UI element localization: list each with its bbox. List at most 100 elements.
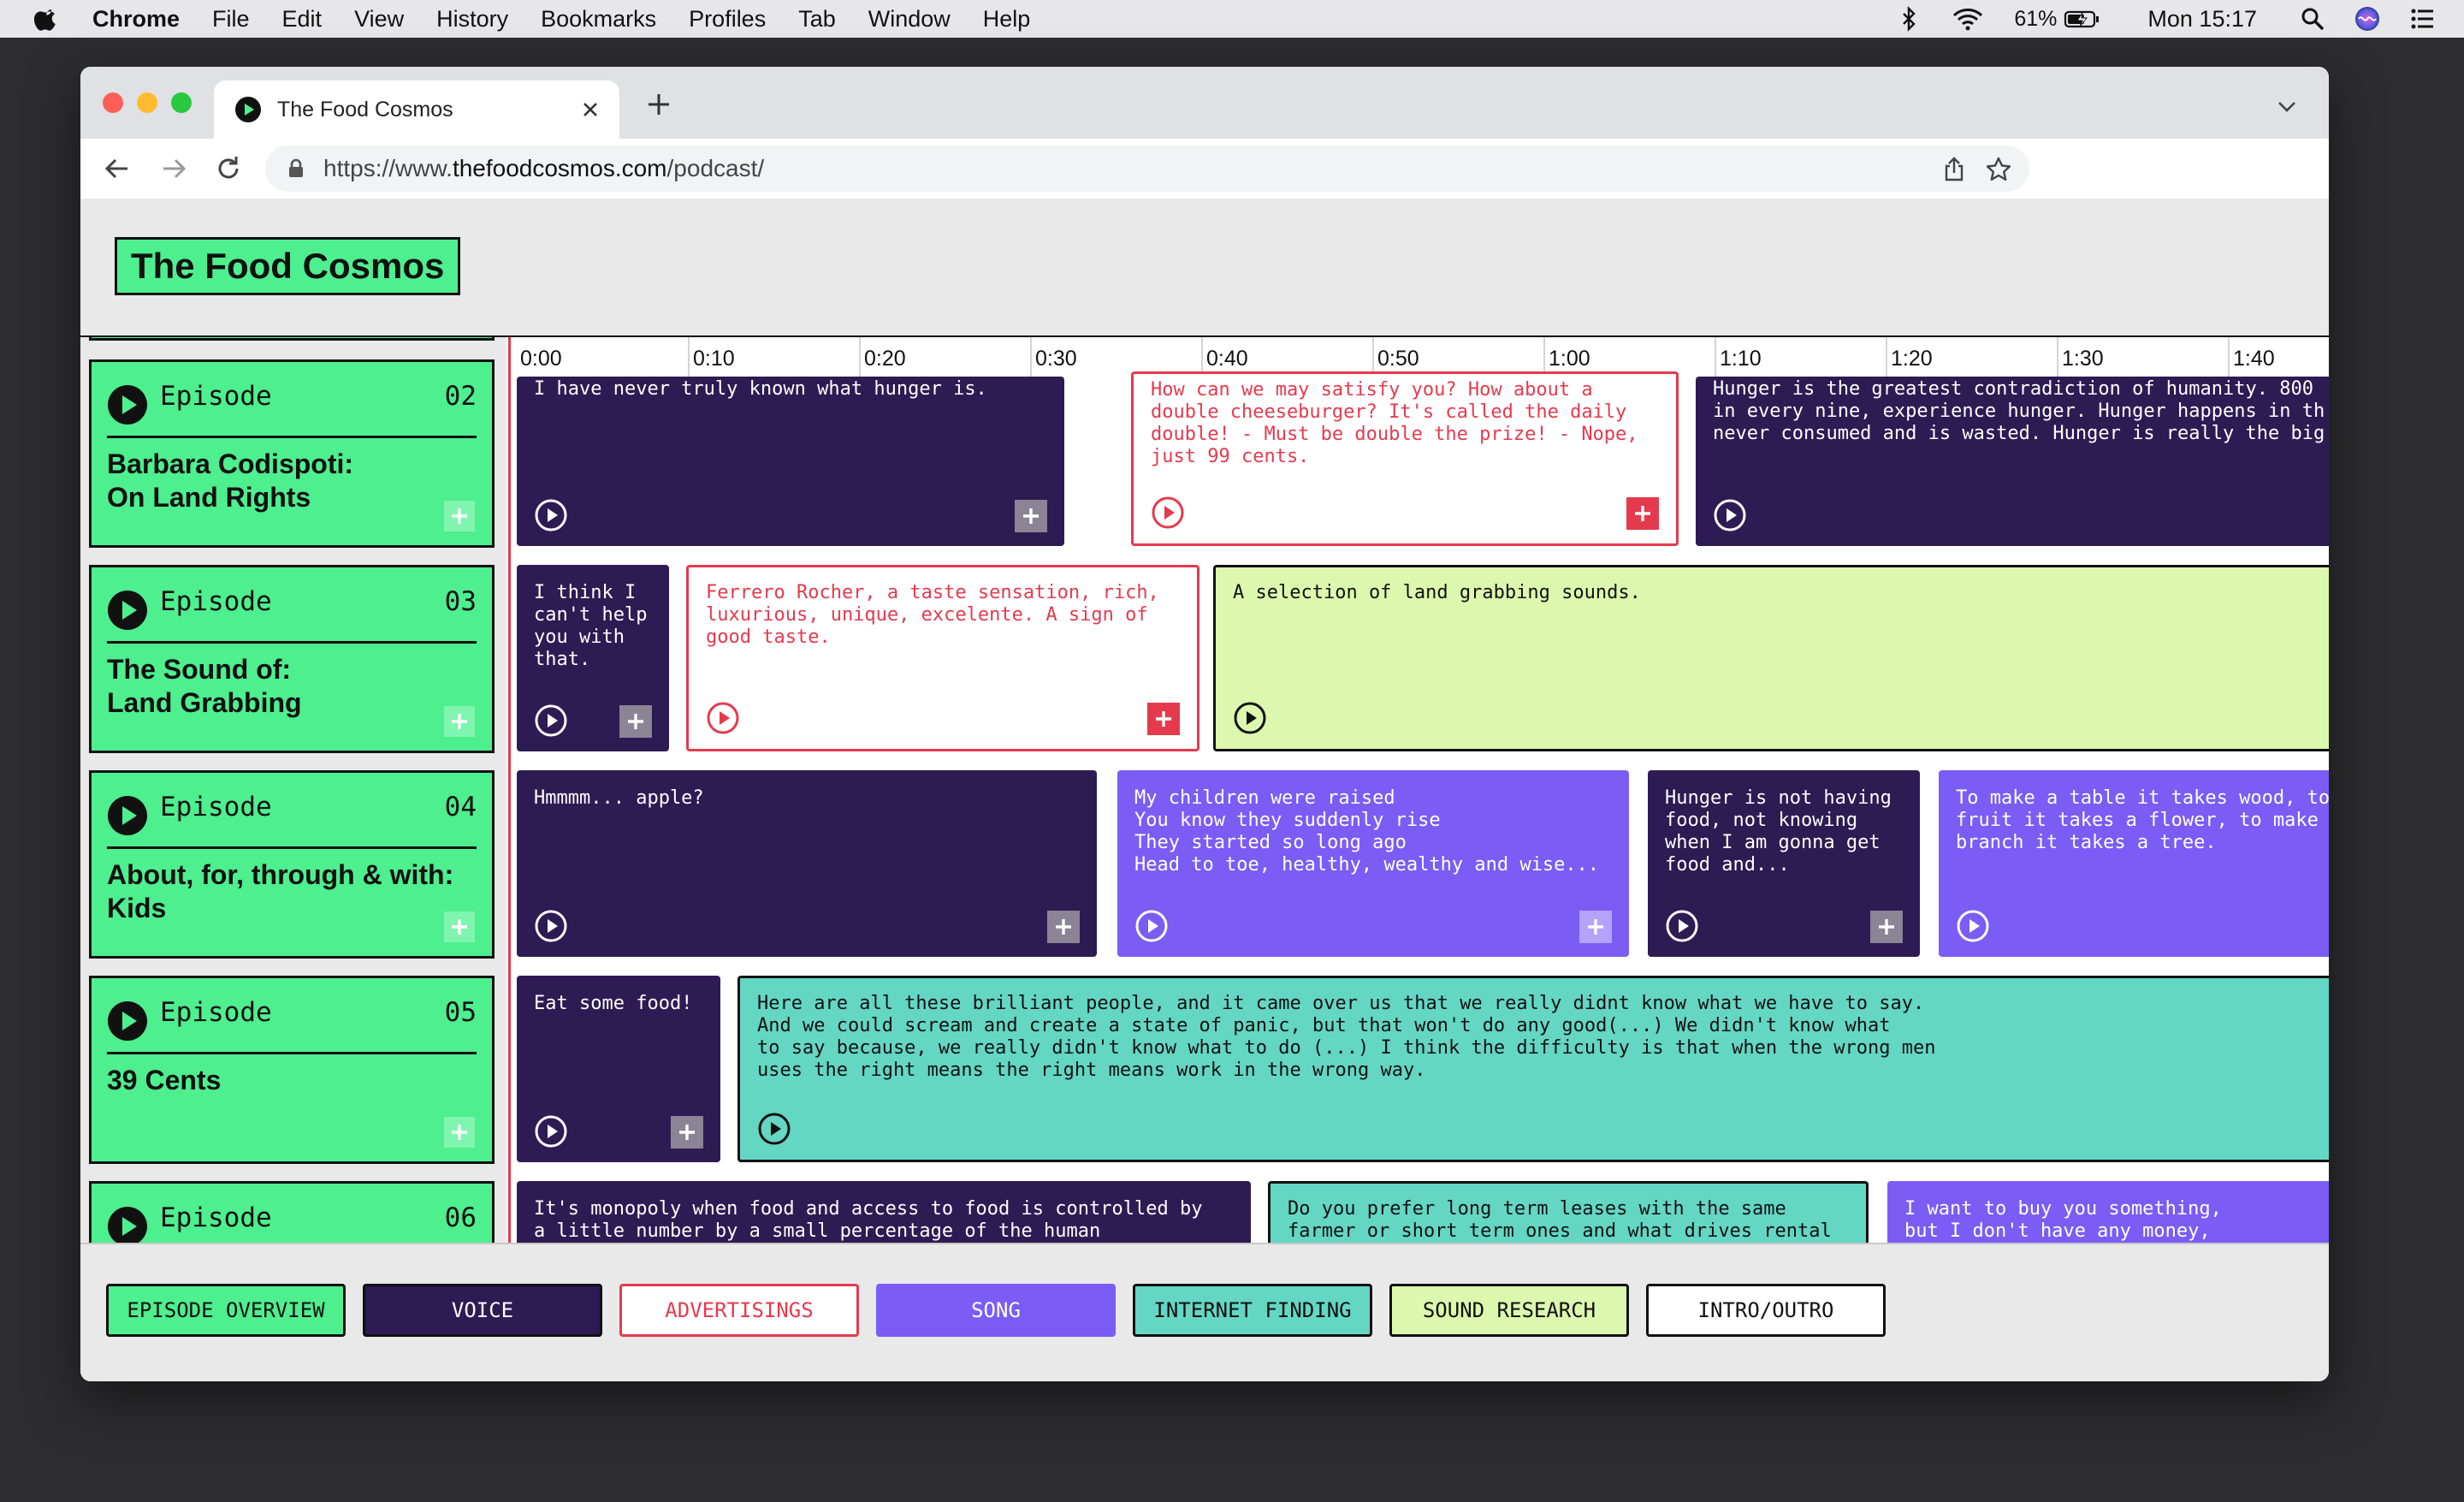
- timeline: 0:00 0:10 0:20 0:30 0:40 0:50 1:00 1:10 …: [517, 337, 2329, 1244]
- tab-search-chevron-icon[interactable]: [2276, 96, 2298, 118]
- menu-view[interactable]: View: [354, 6, 404, 33]
- bookmark-star-icon[interactable]: [1985, 156, 2012, 183]
- add-clip-button[interactable]: [1579, 911, 1612, 943]
- menu-help[interactable]: Help: [983, 6, 1031, 33]
- tab-active[interactable]: The Food Cosmos: [214, 80, 619, 139]
- control-center-icon[interactable]: [2409, 6, 2435, 32]
- add-episode-button[interactable]: [444, 1117, 475, 1148]
- clip-voice[interactable]: Hmmmm... apple?: [517, 770, 1097, 957]
- clip-voice[interactable]: It's monopoly when food and access to fo…: [517, 1181, 1251, 1244]
- filter-voice[interactable]: VOICE: [363, 1284, 602, 1337]
- filter-sound-research[interactable]: SOUND RESEARCH: [1389, 1284, 1629, 1337]
- clip-advertising[interactable]: Ferrero Rocher, a taste sensation, rich,…: [686, 565, 1199, 751]
- menu-window[interactable]: Window: [868, 6, 951, 33]
- add-episode-button[interactable]: [444, 911, 475, 942]
- play-filled-circle-icon[interactable]: [107, 795, 148, 836]
- play-circle-icon[interactable]: [1956, 909, 1990, 943]
- clip-voice[interactable]: I think I can't help you with that.: [517, 565, 669, 751]
- add-episode-button[interactable]: [444, 706, 475, 737]
- clip-sound-research[interactable]: A selection of land grabbing sounds.: [1213, 565, 2329, 751]
- play-circle-icon[interactable]: [757, 1112, 791, 1146]
- filter-episode-overview[interactable]: EPISODE OVERVIEW: [106, 1284, 346, 1337]
- filter-intro-outro[interactable]: INTRO/OUTRO: [1646, 1284, 1886, 1337]
- clip-voice[interactable]: I have never truly known what hunger is.: [517, 377, 1064, 546]
- menu-app-name[interactable]: Chrome: [92, 6, 180, 33]
- menu-history[interactable]: History: [436, 6, 508, 33]
- menu-tab[interactable]: Tab: [798, 6, 836, 33]
- address-bar[interactable]: https://www.thefoodcosmos.com/podcast/: [265, 145, 2029, 192]
- play-circle-icon[interactable]: [1151, 496, 1185, 530]
- menu-clock[interactable]: Mon 15:17: [2147, 6, 2257, 33]
- menu-profiles[interactable]: Profiles: [689, 6, 766, 33]
- apple-logo-icon[interactable]: [34, 6, 60, 32]
- podcast-timeline-area: Episode 02 Barbara Codispoti: On Land Ri…: [80, 335, 2329, 1244]
- clip-advertising[interactable]: How can we may satisfy you? How about a …: [1131, 371, 1679, 546]
- add-clip-button[interactable]: [1047, 911, 1080, 943]
- play-circle-icon[interactable]: [1233, 701, 1267, 735]
- play-circle-icon[interactable]: [706, 701, 740, 735]
- window-minimize-button[interactable]: [137, 92, 157, 113]
- clip-internet-finding[interactable]: Here are all these brilliant people, and…: [737, 976, 2329, 1162]
- menu-file[interactable]: File: [212, 6, 250, 33]
- time-tick: 1:40: [2228, 337, 2329, 377]
- play-circle-icon[interactable]: [1134, 909, 1169, 943]
- clip-song[interactable]: To make a table it takes wood, to fruit …: [1939, 770, 2329, 957]
- bluetooth-icon[interactable]: [1896, 6, 1922, 32]
- episode-card-06[interactable]: Episode 06: [89, 1181, 495, 1244]
- siri-icon[interactable]: [2354, 6, 2380, 32]
- url-text[interactable]: https://www.thefoodcosmos.com/podcast/: [323, 155, 764, 182]
- clip-text: Eat some food!: [534, 993, 693, 1014]
- clip-voice[interactable]: Eat some food!: [517, 976, 720, 1162]
- play-filled-circle-icon[interactable]: [107, 590, 148, 631]
- play-circle-icon[interactable]: [534, 498, 568, 532]
- play-circle-icon[interactable]: [534, 909, 568, 943]
- web-page: The Food Cosmos Episode 02 Barbara Codis…: [80, 199, 2329, 1381]
- clip-song[interactable]: I want to buy you something, but I don't…: [1887, 1181, 2329, 1244]
- wifi-icon[interactable]: [1951, 6, 1985, 32]
- add-clip-button[interactable]: [671, 1116, 703, 1149]
- window-zoom-button[interactable]: [171, 92, 192, 113]
- url-host: thefoodcosmos.com: [452, 155, 667, 181]
- add-clip-button[interactable]: [1015, 500, 1047, 532]
- episode-label: Episode: [160, 381, 272, 412]
- battery-charging-icon[interactable]: [2064, 6, 2101, 32]
- play-filled-circle-icon[interactable]: [107, 384, 148, 425]
- plus-icon: [1156, 711, 1171, 727]
- plus-icon: [1588, 919, 1603, 935]
- add-clip-button[interactable]: [619, 705, 652, 738]
- episode-card-03[interactable]: Episode 03 The Sound of: Land Grabbing: [89, 565, 495, 753]
- share-icon[interactable]: [1940, 156, 1968, 183]
- add-clip-button[interactable]: [1626, 497, 1659, 530]
- reload-icon[interactable]: [214, 154, 243, 183]
- clip-voice[interactable]: Hunger is not having food, not knowing w…: [1648, 770, 1920, 957]
- new-tab-icon[interactable]: [645, 91, 672, 118]
- clip-song[interactable]: My children were raised You know they su…: [1117, 770, 1629, 957]
- clip-internet-finding[interactable]: Do you prefer long term leases with the …: [1268, 1181, 1869, 1244]
- tab-close-icon[interactable]: [578, 98, 602, 122]
- site-logo[interactable]: The Food Cosmos: [115, 237, 461, 295]
- play-filled-circle-icon[interactable]: [107, 1000, 148, 1042]
- filter-advertisings[interactable]: ADVERTISINGS: [619, 1284, 859, 1337]
- add-clip-button[interactable]: [1870, 911, 1903, 943]
- episode-card-02[interactable]: Episode 02 Barbara Codispoti: On Land Ri…: [89, 359, 495, 548]
- menu-edit[interactable]: Edit: [282, 6, 323, 33]
- menu-bookmarks[interactable]: Bookmarks: [541, 6, 656, 33]
- forward-arrow-icon[interactable]: [159, 154, 188, 183]
- episode-card-04[interactable]: Episode 04 About, for, through & with: K…: [89, 770, 495, 959]
- spotlight-search-icon[interactable]: [2300, 6, 2325, 32]
- add-clip-button[interactable]: [1147, 703, 1180, 735]
- play-circle-icon[interactable]: [534, 704, 568, 738]
- playhead-line[interactable]: [508, 337, 511, 1244]
- episode-card-05[interactable]: Episode 05 39 Cents: [89, 976, 495, 1164]
- back-arrow-icon[interactable]: [103, 154, 132, 183]
- lock-icon[interactable]: [286, 158, 306, 179]
- play-circle-icon[interactable]: [1665, 909, 1699, 943]
- filter-song[interactable]: SONG: [876, 1284, 1116, 1337]
- play-filled-circle-icon[interactable]: [107, 1206, 148, 1244]
- window-close-button[interactable]: [103, 92, 123, 113]
- filter-internet-finding[interactable]: INTERNET FINDING: [1133, 1284, 1372, 1337]
- add-episode-button[interactable]: [444, 501, 475, 531]
- play-circle-icon[interactable]: [1713, 498, 1747, 532]
- play-circle-icon[interactable]: [534, 1114, 568, 1149]
- clip-voice[interactable]: Hunger is the greatest contradiction of …: [1696, 377, 2329, 546]
